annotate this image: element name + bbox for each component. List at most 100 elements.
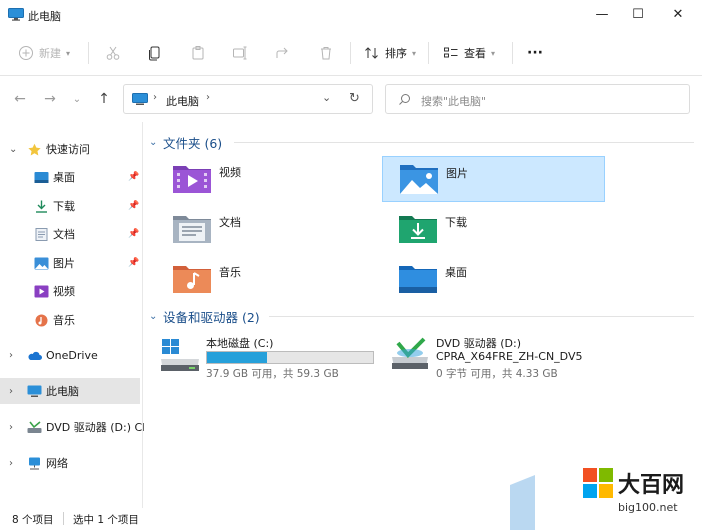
status-divider [63,512,64,525]
sidebar-item-label: 桌面 [53,171,75,184]
sidebar-item-quick-access[interactable]: ⌄ 快速访问 [0,136,140,162]
chevron-down-icon[interactable]: ⌄ [149,311,157,322]
address-bar[interactable]: › 此电脑 › ⌄ [123,84,373,114]
sidebar-item-label: 下载 [53,200,75,213]
chevron-down-icon: ▾ [491,48,496,58]
back-arrow-icon[interactable]: ← [11,91,29,107]
pin-icon: 📌 [128,201,140,211]
refresh-icon[interactable]: ↻ [349,91,360,106]
chevron-right-icon[interactable]: › [9,422,13,433]
group-header-devices[interactable]: ⌄ 设备和驱动器 (2) [144,306,699,326]
forward-arrow-icon[interactable]: → [41,91,59,107]
drive-tile-local-disk[interactable]: 本地磁盘 (C:) 37.9 GB 可用，共 59.3 GB [144,333,394,385]
toolbar-divider [88,42,89,64]
group-title: 文件夹 (6) [163,135,223,151]
computer-icon [8,8,24,21]
search-placeholder: 搜索"此电脑" [421,95,487,108]
folder-tile-music[interactable]: 音乐 [156,256,376,302]
rename-button[interactable] [232,42,248,64]
pin-icon: 📌 [128,229,140,239]
watermark-brand: 大百网 [618,473,685,498]
chevron-down-icon: ▾ [66,48,71,58]
desktop-icon [34,171,49,183]
sort-icon [365,47,378,59]
file-list-pane: ⌄ 文件夹 (6) 视频 图片 文档 下载 音乐 桌面 ⌄ 设备和驱动器 (2)… [144,122,702,508]
sidebar-item-label: 网络 [46,457,68,470]
chevron-down-icon[interactable]: ⌄ [149,137,157,148]
sidebar-item-downloads[interactable]: 下载 📌 [0,193,140,219]
item-count: 8 个项目 [12,514,54,526]
plus-circle-icon [19,46,33,60]
folder-tile-desktop[interactable]: 桌面 [382,256,602,302]
music-folder-icon [173,266,211,293]
video-folder-icon [173,166,211,193]
share-icon [276,47,288,58]
minimize-button[interactable]: — [584,0,620,28]
drive-name: 本地磁盘 (C:) [206,337,274,350]
picture-icon [34,257,49,269]
share-button[interactable] [275,42,291,64]
dvd-icon [27,420,42,433]
sort-button[interactable]: 排序 ▾ [364,42,416,64]
chevron-down-icon[interactable]: ⌄ [9,144,17,155]
dvd-drive-icon [392,337,428,369]
sidebar-item-onedrive[interactable]: › OneDrive [0,342,140,368]
sidebar-item-label: 图片 [53,257,75,270]
window-title: 此电脑 [28,10,61,23]
delete-button[interactable] [318,42,334,64]
drive-tile-dvd[interactable]: DVD 驱动器 (D:) CPRA_X64FRE_ZH-CN_DV5 0 字节 … [374,333,624,385]
sidebar-item-label: 快速访问 [46,143,90,156]
chevron-right-icon[interactable]: › [9,350,13,361]
sidebar-item-network[interactable]: › 网络 [0,450,140,476]
folder-tile-downloads[interactable]: 下载 [382,206,602,252]
maximize-button[interactable]: ☐ [620,0,656,28]
new-label: 新建 [39,47,61,60]
close-button[interactable]: ✕ [660,0,696,28]
sidebar-item-desktop[interactable]: 桌面 📌 [0,164,140,190]
drive-space-info: 37.9 GB 可用，共 59.3 GB [206,368,339,380]
breadcrumb-chevron-icon[interactable]: › [206,92,210,103]
paste-button[interactable] [190,42,206,64]
computer-icon [27,385,42,397]
sidebar-item-label: OneDrive [46,348,98,362]
more-options-button[interactable]: ··· [527,42,543,64]
sidebar-item-pictures[interactable]: 图片 📌 [0,250,140,276]
desktop-folder-icon [399,266,437,293]
breadcrumb-this-pc[interactable]: 此电脑 [166,93,199,109]
rename-icon [233,46,247,60]
sidebar-item-music[interactable]: 音乐 [0,307,140,333]
copy-button[interactable] [147,42,163,64]
title-bar: 此电脑 — ☐ ✕ [0,0,702,30]
sidebar-item-label: 视频 [53,285,75,298]
sidebar-item-videos[interactable]: 视频 [0,278,140,304]
recent-chevron-icon[interactable]: ⌄ [68,91,86,107]
folder-tile-videos[interactable]: 视频 [156,156,376,202]
music-icon [35,314,48,326]
new-button[interactable]: 新建 ▾ [18,42,70,64]
download-icon [36,200,47,213]
sidebar-item-documents[interactable]: 文档 📌 [0,221,140,247]
search-input[interactable]: 搜索"此电脑" [385,84,690,114]
watermark-url: big100.net [618,501,678,514]
selected-count: 选中 1 个项目 [73,514,139,526]
command-bar: 新建 ▾ 排序 ▾ 查看 ▾ ··· [0,30,702,76]
group-header-folders[interactable]: ⌄ 文件夹 (6) [144,132,699,152]
view-icon [444,47,458,58]
view-button[interactable]: 查看 ▾ [443,42,495,64]
history-dropdown-icon[interactable]: ⌄ [322,91,331,104]
document-icon [35,227,48,241]
cut-button[interactable] [105,42,121,64]
folder-tile-documents[interactable]: 文档 [156,206,376,252]
breadcrumb-chevron-icon: › [153,92,157,103]
sidebar-item-this-pc[interactable]: › 此电脑 [0,378,140,404]
network-icon [29,457,40,469]
up-arrow-icon[interactable]: ↑ [95,91,113,107]
toolbar-divider [512,42,513,64]
chevron-right-icon[interactable]: › [9,386,13,397]
chevron-right-icon[interactable]: › [9,458,13,469]
sidebar-item-label: 此电脑 [46,385,79,398]
sidebar-item-dvd-drive[interactable]: › DVD 驱动器 (D:) CF [0,414,149,440]
documents-folder-icon [173,216,211,243]
folder-label: 音乐 [219,266,241,279]
folder-tile-pictures[interactable]: 图片 [382,156,605,202]
